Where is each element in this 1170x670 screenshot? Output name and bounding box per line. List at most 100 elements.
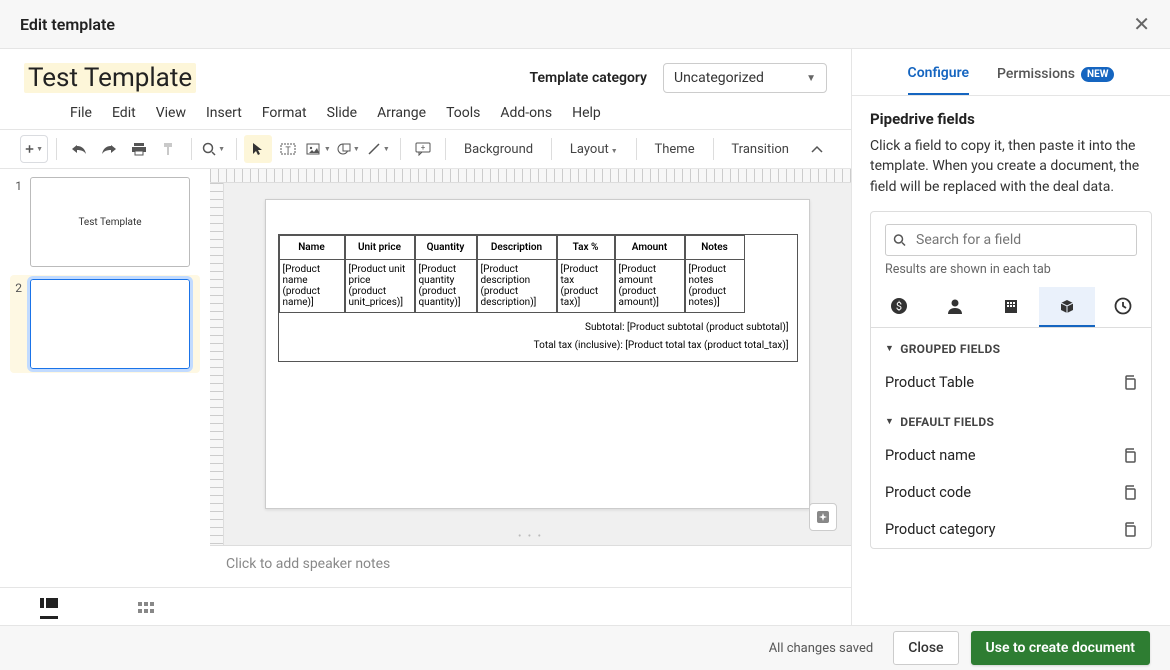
menu-format[interactable]: Format: [262, 105, 307, 121]
use-to-create-button[interactable]: Use to create document: [971, 631, 1150, 665]
col-header: Quantity: [415, 235, 477, 260]
undo-button[interactable]: [65, 135, 93, 163]
svg-text:$: $: [896, 300, 902, 313]
menu-edit[interactable]: Edit: [112, 105, 136, 121]
redo-button[interactable]: [95, 135, 123, 163]
cell: [Product description (product descriptio…: [477, 260, 557, 313]
modal-title: Edit template: [20, 15, 115, 34]
layout-button[interactable]: Layout▼: [560, 142, 628, 157]
chevron-down-icon: ▼: [806, 73, 816, 84]
new-slide-button[interactable]: ▼: [20, 135, 48, 163]
paint-format-button[interactable]: [155, 135, 183, 163]
copy-icon[interactable]: [1122, 485, 1137, 500]
menu-help[interactable]: Help: [572, 105, 601, 121]
tab-activity-icon[interactable]: [1095, 287, 1151, 327]
view-mode-bar: [0, 587, 851, 627]
select-tool[interactable]: [244, 135, 272, 163]
menu-view[interactable]: View: [156, 105, 186, 121]
slide-thumbnail-1[interactable]: Test Template: [30, 177, 190, 267]
toolbar: ▼ ▼ T: [0, 129, 851, 169]
subtotal-line: Subtotal: [Product subtotal (product sub…: [287, 319, 789, 337]
category-select[interactable]: Uncategorized ▼: [663, 63, 827, 93]
modal-footer: All changes saved Close Use to create do…: [0, 625, 1170, 670]
chevron-down-icon: ▼: [885, 416, 894, 427]
thumb-number: 1: [10, 177, 22, 193]
grid-view-icon[interactable]: [138, 601, 154, 615]
transition-button[interactable]: Transition: [721, 142, 799, 157]
tab-product-icon[interactable]: [1039, 287, 1095, 327]
filmstrip-view-icon[interactable]: [40, 596, 58, 619]
section-grouped-header[interactable]: ▼ GROUPED FIELDS: [885, 328, 1137, 364]
sidebar-tabs: Configure Permissions NEW: [852, 49, 1170, 96]
chevron-down-icon: ▼: [611, 147, 618, 155]
print-button[interactable]: [125, 135, 153, 163]
chevron-down-icon: ▼: [885, 343, 894, 354]
tab-configure[interactable]: Configure: [908, 65, 969, 95]
theme-button[interactable]: Theme: [645, 142, 705, 157]
col-header: Unit price: [345, 235, 415, 260]
slide-thumbnail-2[interactable]: NameUnit priceQuantityDescriptionTax %Am…: [30, 279, 190, 369]
category-value: Uncategorized: [674, 70, 764, 86]
copy-icon[interactable]: [1122, 448, 1137, 463]
sidebar-heading: Pipedrive fields: [870, 110, 1152, 128]
subtotal-block: Subtotal: [Product subtotal (product sub…: [279, 313, 797, 361]
speaker-notes[interactable]: Click to add speaker notes: [210, 545, 851, 587]
cell: [Product amount (product amount)]: [615, 260, 685, 313]
shape-tool[interactable]: ▼: [334, 135, 362, 163]
modal-header: Edit template ✕: [0, 0, 1170, 49]
line-tool[interactable]: ▼: [364, 135, 392, 163]
background-button[interactable]: Background: [454, 142, 543, 157]
collapse-toolbar-button[interactable]: [803, 135, 831, 163]
tab-permissions[interactable]: Permissions NEW: [997, 65, 1114, 95]
zoom-button[interactable]: ▼: [200, 135, 228, 163]
document-title[interactable]: Test Template: [24, 63, 196, 93]
tab-person-icon[interactable]: [927, 287, 983, 327]
close-button[interactable]: Close: [893, 631, 958, 665]
search-icon: [893, 233, 906, 246]
tab-organization-icon[interactable]: [983, 287, 1039, 327]
section-default-header[interactable]: ▼ DEFAULT FIELDS: [885, 401, 1137, 437]
slide-thumbnails: 1 Test Template 2 NameUnit priceQuanti: [0, 169, 210, 587]
close-icon[interactable]: ✕: [1133, 12, 1150, 36]
chevron-down-icon: ▼: [218, 145, 225, 153]
tab-deal-icon[interactable]: $: [871, 287, 927, 327]
menu-bar: File Edit View Insert Format Slide Arran…: [0, 101, 851, 129]
copy-icon[interactable]: [1122, 375, 1137, 390]
chevron-down-icon: ▼: [324, 145, 331, 153]
explore-button[interactable]: [809, 503, 837, 531]
cell: [Product unit price (product unit_prices…: [345, 260, 415, 313]
notes-drag-handle[interactable]: • • •: [210, 533, 851, 545]
menu-addons[interactable]: Add-ons: [500, 105, 552, 121]
new-badge: NEW: [1081, 67, 1114, 82]
cell: [Product tax (product tax)]: [557, 260, 615, 313]
menu-tools[interactable]: Tools: [446, 105, 480, 121]
editor-pane: Test Template Template category Uncatego…: [0, 49, 852, 627]
col-header: Description: [477, 235, 557, 260]
field-product-category[interactable]: Product category: [885, 511, 1137, 548]
cell: [Product notes (product notes)]: [685, 260, 745, 313]
image-tool[interactable]: ▼: [304, 135, 332, 163]
col-header: Notes: [685, 235, 745, 260]
copy-icon[interactable]: [1122, 522, 1137, 537]
field-product-code[interactable]: Product code: [885, 474, 1137, 511]
horizontal-ruler: [210, 169, 851, 183]
textbox-tool[interactable]: T: [274, 135, 302, 163]
category-label: Template category: [530, 70, 647, 86]
menu-insert[interactable]: Insert: [206, 105, 242, 121]
col-header: Amount: [615, 235, 685, 260]
menu-arrange[interactable]: Arrange: [377, 105, 426, 121]
comment-button[interactable]: +: [409, 135, 437, 163]
search-input[interactable]: [885, 224, 1137, 256]
fields-panel: Results are shown in each tab $: [870, 211, 1152, 549]
menu-file[interactable]: File: [70, 105, 92, 121]
chevron-down-icon: ▼: [383, 145, 390, 153]
field-product-name[interactable]: Product name: [885, 437, 1137, 474]
menu-slide[interactable]: Slide: [327, 105, 357, 121]
save-status: All changes saved: [769, 641, 874, 656]
col-header: Name: [279, 235, 345, 260]
product-table[interactable]: Name Unit price Quantity Description Tax…: [278, 234, 798, 362]
field-product-table[interactable]: Product Table: [885, 364, 1137, 401]
sidebar: Configure Permissions NEW Pipedrive fiel…: [852, 49, 1170, 627]
slide-canvas[interactable]: Name Unit price Quantity Description Tax…: [265, 199, 810, 509]
svg-text:T: T: [286, 146, 292, 156]
